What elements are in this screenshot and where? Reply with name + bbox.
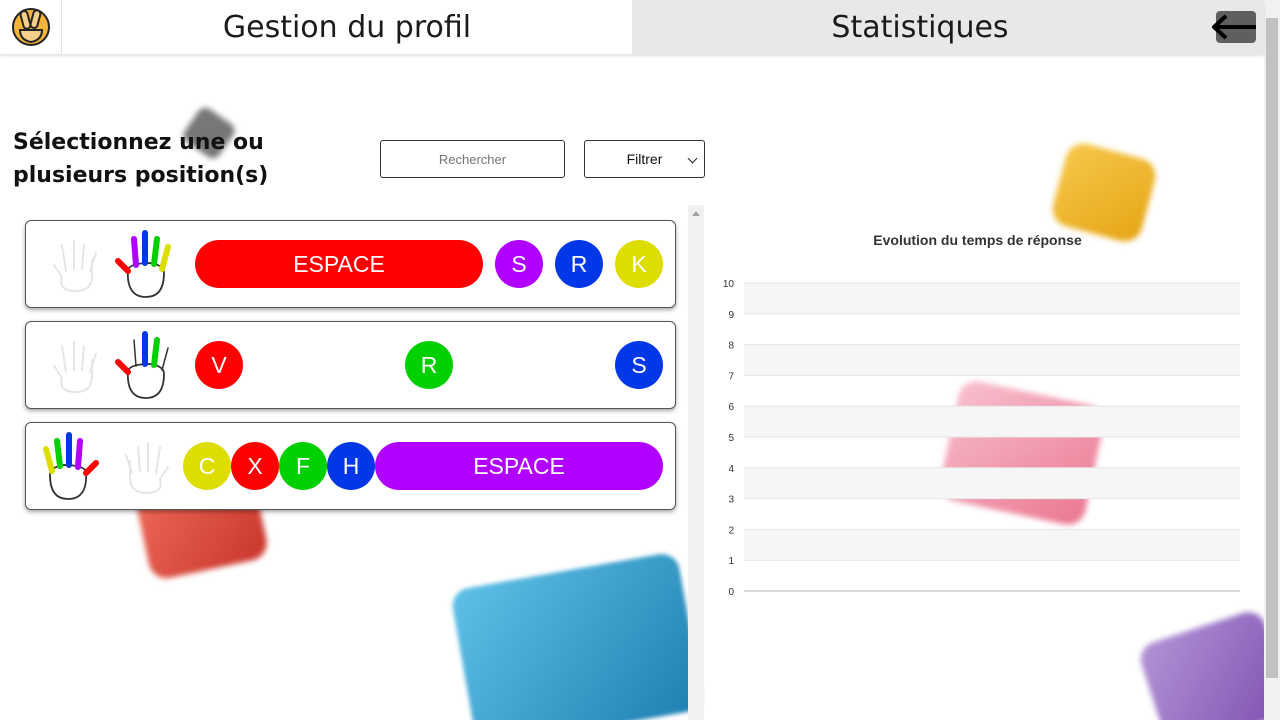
y-tick-label: 5 xyxy=(728,433,734,444)
filter-selected-label: Filtrer xyxy=(626,151,663,167)
key-circle: H xyxy=(327,442,375,490)
key-label: R xyxy=(570,250,588,277)
key-label: S xyxy=(511,250,527,277)
filter-select[interactable]: Filtrer xyxy=(584,140,705,178)
y-tick-label: 7 xyxy=(728,371,734,382)
key-label: V xyxy=(211,351,227,378)
y-tick-label: 4 xyxy=(728,464,734,475)
key-circle: F xyxy=(279,442,327,490)
y-tick-label: 9 xyxy=(728,310,734,321)
key-circle: C xyxy=(183,442,231,490)
tab-profile-label: Gestion du profil xyxy=(222,9,472,45)
key-label: R xyxy=(420,351,438,378)
key-label: F xyxy=(295,452,311,479)
key-circle: X xyxy=(231,442,279,490)
right-hand-active-icon xyxy=(115,331,169,399)
key-label: ESPACE xyxy=(473,452,565,479)
tab-statistics[interactable]: Statistiques xyxy=(632,0,1208,54)
page-scrollbar-thumb[interactable] xyxy=(1266,18,1278,678)
key-label: ESPACE xyxy=(293,250,385,277)
key-label: X xyxy=(247,452,263,479)
key-label: K xyxy=(631,250,647,277)
key-circle: R xyxy=(405,341,453,389)
left-hand-inactive-icon xyxy=(53,240,97,293)
key-pill: ESPACE xyxy=(195,240,483,288)
position-card[interactable]: V R S xyxy=(25,321,676,409)
chart-grid-band xyxy=(744,344,1240,376)
decor-key-purple xyxy=(1136,607,1280,720)
tab-statistics-label: Statistiques xyxy=(831,9,1009,45)
key-label: C xyxy=(198,452,216,479)
key-circle: R xyxy=(555,240,603,288)
top-navigation: Gestion du profil Statistiques xyxy=(0,0,1264,54)
key-circle: K xyxy=(615,240,663,288)
search-input[interactable] xyxy=(380,140,565,178)
chart-grid-band xyxy=(744,529,1240,561)
response-time-chart: Evolution du temps de réponse 0123456789… xyxy=(706,225,1262,605)
key-circle: V xyxy=(195,341,243,389)
victory-hand-icon xyxy=(11,8,50,46)
chart-grid-band xyxy=(744,406,1240,437)
y-tick-label: 1 xyxy=(728,556,734,567)
back-button[interactable] xyxy=(1212,11,1256,43)
position-card[interactable]: ESPACE S R K xyxy=(25,220,676,308)
scroll-up-arrow-icon[interactable] xyxy=(692,211,700,216)
positions-list: ESPACE S R K V R S C X F H ESPACE xyxy=(0,205,688,720)
key-circle: S xyxy=(495,240,543,288)
y-tick-label: 8 xyxy=(728,341,734,352)
key-pill: ESPACE xyxy=(375,442,663,490)
left-hand-inactive-icon xyxy=(53,341,97,394)
app-logo xyxy=(0,0,62,54)
right-hand-active-icon xyxy=(115,230,171,298)
arrow-left-icon xyxy=(1212,14,1256,40)
back-area xyxy=(1208,0,1264,54)
y-tick-label: 10 xyxy=(723,279,735,290)
page-scrollbar[interactable] xyxy=(1264,0,1280,720)
list-scrollbar[interactable] xyxy=(688,205,704,720)
chart-grid-band xyxy=(744,283,1240,314)
chevron-down-icon xyxy=(687,153,698,164)
selection-title: Sélectionnez une ou plusieurs position(s… xyxy=(13,130,269,188)
y-tick-label: 3 xyxy=(728,495,734,506)
key-circle: S xyxy=(615,341,663,389)
y-tick-label: 0 xyxy=(728,587,734,598)
right-hand-inactive-icon xyxy=(125,442,169,495)
tab-profile-management[interactable]: Gestion du profil xyxy=(62,0,632,54)
chart-grid-band xyxy=(744,467,1240,499)
y-tick-label: 2 xyxy=(728,525,734,536)
position-card[interactable]: C X F H ESPACE xyxy=(25,422,676,510)
y-tick-label: 6 xyxy=(728,402,734,413)
key-label: S xyxy=(631,351,647,378)
left-hand-active-icon xyxy=(43,432,99,500)
chart-canvas: 0 1 2 3 4 5 6 7 8 9 10 xyxy=(723,279,1240,598)
key-label: H xyxy=(342,452,360,479)
